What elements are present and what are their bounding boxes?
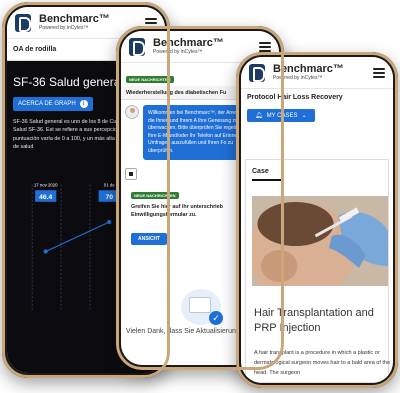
protocol-title: Protocol Hair Loss Recovery [247, 94, 343, 101]
new-messages-badge: NEUE NACHRICHTEN [126, 76, 174, 83]
chart-value-label: 70 [105, 194, 113, 201]
benchmarc-logo-icon [15, 13, 31, 32]
document-icon [125, 168, 137, 180]
benchmarc-logo-icon [249, 63, 265, 82]
new-messages-badge: NEUE NACHRICHTEN [131, 192, 179, 199]
about-graph-button[interactable]: ACERCA DE GRAPH i [13, 97, 93, 111]
bell-icon: 🔔︎ [255, 113, 263, 119]
chevron-down-icon: ⌄ [301, 113, 307, 119]
chart-value-label: 46.4 [39, 194, 52, 201]
brand-name: Benchmarc™ [39, 13, 110, 25]
chart-series-line [45, 221, 110, 253]
case-card[interactable]: Case Hair Transplantation and PRP Inject… [245, 159, 391, 383]
envelope-icon [189, 297, 211, 313]
brand-name: Benchmarc™ [273, 63, 344, 75]
chart-data-point[interactable] [107, 219, 112, 225]
phone-frame-3: Benchmarc™ Powered by inCytes™ Protocol … [236, 52, 398, 388]
chart-data-point[interactable] [43, 249, 48, 254]
app-header: Benchmarc™ Powered by inCytes™ [241, 57, 393, 89]
brand-subtitle: Powered by inCytes™ [153, 49, 203, 55]
protocol-title: OA de rodilla [13, 46, 57, 53]
messages-read-illustration: ✓ [181, 289, 223, 325]
chart-x-tick-label: 01 de [104, 182, 115, 187]
info-icon: i [79, 100, 88, 108]
case-underline [252, 179, 282, 181]
view-button[interactable]: ANSICHT [131, 233, 168, 246]
doctor-avatar [125, 105, 139, 119]
hair-treatment-photo [252, 196, 388, 286]
phone-screen-3: Benchmarc™ Powered by inCytes™ Protocol … [241, 57, 393, 383]
hamburger-menu-icon[interactable] [373, 67, 385, 78]
chart-x-tick-label: 17 nov 2020 [34, 182, 58, 187]
check-icon: ✓ [209, 311, 223, 325]
case-description: A hair transplant is a procedure in whic… [254, 350, 391, 377]
hamburger-menu-icon[interactable] [259, 41, 271, 52]
case-label: Case [252, 168, 269, 175]
case-heading: Hair Transplantation and PRP Injection [254, 307, 374, 334]
brand-name: Benchmarc™ [153, 37, 224, 49]
brand-subtitle: Powered by inCytes™ [273, 75, 323, 81]
benchmarc-logo-icon [129, 37, 145, 56]
my-cases-button[interactable]: 🔔︎ MY CASES ⌄ [247, 109, 315, 122]
